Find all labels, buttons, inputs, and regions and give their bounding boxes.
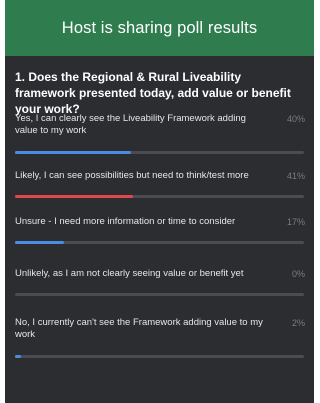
poll-option-percent: 41% bbox=[286, 171, 305, 181]
poll-option-label: Yes, I can clearly see the Liveability F… bbox=[15, 113, 246, 136]
poll-option-bar-fill bbox=[15, 355, 21, 358]
poll-option: Yes, I can clearly see the Liveability F… bbox=[5, 113, 314, 159]
poll-option: Unlikely, as I am not clearly seeing val… bbox=[5, 268, 314, 308]
poll-option-bar-track bbox=[15, 195, 304, 198]
poll-option-label: Unsure - I need more information or time… bbox=[15, 216, 236, 227]
poll-option-bar-track bbox=[15, 355, 304, 358]
poll-option: Likely, I can see possibilities but need… bbox=[5, 170, 314, 210]
poll-header: Host is sharing poll results bbox=[5, 0, 314, 56]
poll-option-bar-fill bbox=[15, 195, 134, 198]
poll-option-percent: 2% bbox=[291, 318, 305, 328]
poll-option-bar-fill bbox=[15, 241, 65, 244]
poll-options-list: Yes, I can clearly see the Liveability F… bbox=[5, 113, 314, 363]
poll-option-percent: 40% bbox=[286, 114, 305, 124]
poll-results-panel: Host is sharing poll results 1. Does the… bbox=[5, 0, 314, 403]
poll-option: No, I currently can't see the Framework … bbox=[5, 317, 314, 363]
poll-option-label: Likely, I can see possibilities but need… bbox=[15, 170, 249, 181]
poll-option-percent: 0% bbox=[291, 269, 305, 279]
poll-option-percent: 17% bbox=[286, 217, 305, 227]
poll-header-title: Host is sharing poll results bbox=[61, 18, 258, 37]
poll-question: 1. Does the Regional & Rural Liveability… bbox=[15, 70, 291, 116]
poll-option-bar-track bbox=[15, 241, 304, 244]
poll-option-label: No, I currently can't see the Framework … bbox=[15, 317, 263, 340]
poll-option-bar-track bbox=[15, 293, 304, 296]
poll-option-label: Unlikely, as I am not clearly seeing val… bbox=[15, 268, 244, 279]
poll-option-bar-fill bbox=[15, 151, 131, 154]
poll-option: Unsure - I need more information or time… bbox=[5, 216, 314, 256]
poll-option-bar-track bbox=[15, 151, 304, 154]
